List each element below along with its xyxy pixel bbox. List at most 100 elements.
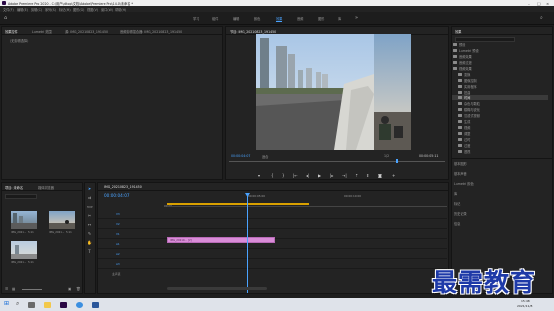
tab-effect-controls[interactable]: 效果控件: [5, 29, 18, 34]
effects-item[interactable]: 模糊与锐化: [464, 107, 480, 112]
workspace-color[interactable]: 颜色: [254, 16, 260, 21]
clip-thumbnail[interactable]: [11, 241, 37, 259]
workspace-editing[interactable]: 编辑: [233, 16, 239, 21]
mark-in-icon[interactable]: {: [271, 173, 274, 178]
effects-item[interactable]: 音频过渡: [459, 60, 472, 65]
go-to-out-icon[interactable]: →|: [342, 173, 347, 178]
workspace-assembly[interactable]: 组件: [212, 16, 218, 21]
clip-thumbnail[interactable]: [11, 211, 37, 229]
timeline-scrollbar[interactable]: [167, 287, 267, 290]
premiere-app-icon: [1, 1, 6, 5]
folder-icon: [458, 79, 462, 82]
track-label-v1[interactable]: V1: [116, 232, 120, 236]
home-icon[interactable]: ⌂: [4, 15, 7, 21]
panel-info[interactable]: 信息: [454, 221, 460, 226]
panel-essential-graphics[interactable]: 基本图形: [454, 161, 467, 166]
panel-history[interactable]: 历史记录: [454, 211, 467, 216]
tab-audio-clip-mixer[interactable]: 音频剪辑混合器: IMG_20210823_191450: [120, 29, 182, 34]
browser-icon[interactable]: [76, 302, 83, 308]
icon-view-icon[interactable]: ▦: [12, 287, 15, 291]
program-timecode-current[interactable]: 00:00:04:07: [231, 154, 250, 158]
effects-item[interactable]: 杂色与颗粒: [464, 101, 480, 106]
zoom-slider[interactable]: [22, 289, 42, 290]
ripple-edit-tool-icon[interactable]: ⟺: [87, 204, 93, 209]
tab-source[interactable]: 源: IMG_20210823_191450: [65, 29, 108, 34]
pen-tool-icon[interactable]: ✎: [87, 231, 92, 236]
track-label-a3[interactable]: A3: [116, 262, 120, 266]
track-label-v2[interactable]: V2: [116, 222, 120, 226]
track-select-tool-icon[interactable]: ⇉: [87, 195, 92, 200]
timeline-playhead[interactable]: [247, 193, 248, 293]
selection-tool-icon[interactable]: ➤: [87, 186, 92, 191]
search-taskbar-icon[interactable]: ⌕: [16, 300, 19, 308]
effects-item[interactable]: 过渡: [464, 143, 470, 148]
effects-item[interactable]: 预设: [459, 42, 465, 47]
program-scrub-bar[interactable]: [229, 161, 445, 162]
extract-icon[interactable]: ⇞: [366, 173, 369, 178]
program-playhead[interactable]: [396, 159, 398, 163]
premiere-taskbar-icon[interactable]: [60, 302, 67, 308]
resolution-dropdown[interactable]: 1/2: [384, 154, 389, 158]
trash-icon[interactable]: 🗑: [76, 287, 81, 291]
project-search-input[interactable]: [5, 194, 37, 199]
effects-item[interactable]: 音频效果: [459, 54, 472, 59]
export-frame-icon[interactable]: ◙: [378, 173, 382, 178]
work-area-bar[interactable]: [167, 203, 309, 205]
task-view-icon[interactable]: [28, 302, 35, 308]
track-label-a2[interactable]: A2: [116, 252, 120, 256]
windows-start-icon[interactable]: ⊞: [4, 300, 9, 307]
panel-libraries[interactable]: 库: [454, 191, 457, 196]
workspace-effects[interactable]: 效果: [276, 16, 283, 22]
file-explorer-icon[interactable]: [44, 302, 51, 308]
lift-icon[interactable]: ⇡: [355, 173, 358, 178]
panel-markers[interactable]: 标记: [454, 201, 460, 206]
workspace-libraries[interactable]: 库: [338, 16, 341, 21]
effects-item[interactable]: Lumetri 预设: [459, 48, 479, 53]
track-label-a1[interactable]: A1: [116, 242, 120, 246]
hand-tool-icon[interactable]: ✋: [87, 240, 92, 245]
step-back-icon[interactable]: ◂|: [306, 173, 309, 178]
fit-dropdown[interactable]: 适合: [262, 154, 268, 159]
clip-duration: 5:11: [66, 231, 72, 234]
workspace-audio[interactable]: 音频: [297, 16, 303, 21]
go-to-in-icon[interactable]: |←: [293, 173, 298, 178]
button-editor-icon[interactable]: +: [392, 173, 395, 178]
tab-media-browser[interactable]: 媒体浏览器: [38, 185, 54, 190]
mark-out-icon[interactable]: }: [282, 173, 285, 178]
timeline-timecode[interactable]: 00:00:04:07: [104, 193, 130, 198]
effects-item[interactable]: 图像控制: [464, 78, 477, 83]
slip-tool-icon[interactable]: ↔: [87, 222, 92, 227]
timeline-clip-v1[interactable]: IMG_20210... [V]: [167, 237, 275, 243]
razor-tool-icon[interactable]: ✂: [87, 213, 92, 218]
effects-item[interactable]: 过时: [464, 137, 470, 142]
workspace-learn[interactable]: 学习: [193, 16, 199, 21]
effects-item[interactable]: 视频效果: [459, 66, 472, 71]
panel-lumetri-color[interactable]: Lumetri 颜色: [454, 181, 474, 186]
tab-lumetri-scopes[interactable]: Lumetri 范围: [32, 29, 52, 34]
effects-item-selected[interactable]: 时间: [464, 95, 470, 100]
more-workspaces-icon[interactable]: »: [355, 15, 358, 21]
tab-project[interactable]: 项目: 未命名: [5, 185, 23, 190]
panel-essential-sound[interactable]: 基本声音: [454, 171, 467, 176]
effects-item[interactable]: 实用程序: [464, 84, 477, 89]
type-tool-icon[interactable]: T: [87, 249, 92, 254]
clip-thumbnail[interactable]: [49, 211, 75, 229]
effects-item[interactable]: 视频: [464, 125, 470, 130]
tab-effects[interactable]: 效果: [455, 29, 461, 34]
step-forward-icon[interactable]: |▸: [330, 173, 333, 178]
search-icon[interactable]: ⌕: [540, 15, 543, 21]
list-view-icon[interactable]: ☰: [5, 287, 8, 291]
play-icon[interactable]: ▶: [318, 173, 321, 178]
track-label-v3[interactable]: V3: [116, 212, 120, 216]
effects-item[interactable]: 透视: [464, 149, 470, 154]
add-marker-icon[interactable]: ▾: [258, 173, 260, 178]
new-item-icon[interactable]: ▣: [68, 287, 71, 291]
workspace-graphics[interactable]: 图形: [318, 16, 324, 21]
tab-sequence[interactable]: IMG_20210823_191450: [104, 185, 142, 189]
effects-item[interactable]: 生成: [464, 119, 470, 124]
effects-item[interactable]: 调整: [464, 131, 470, 136]
effects-item[interactable]: 沉浸式视频: [464, 113, 480, 118]
time-ruler[interactable]: [167, 206, 447, 207]
word-icon[interactable]: [92, 302, 99, 308]
effects-item[interactable]: 变换: [464, 72, 470, 77]
